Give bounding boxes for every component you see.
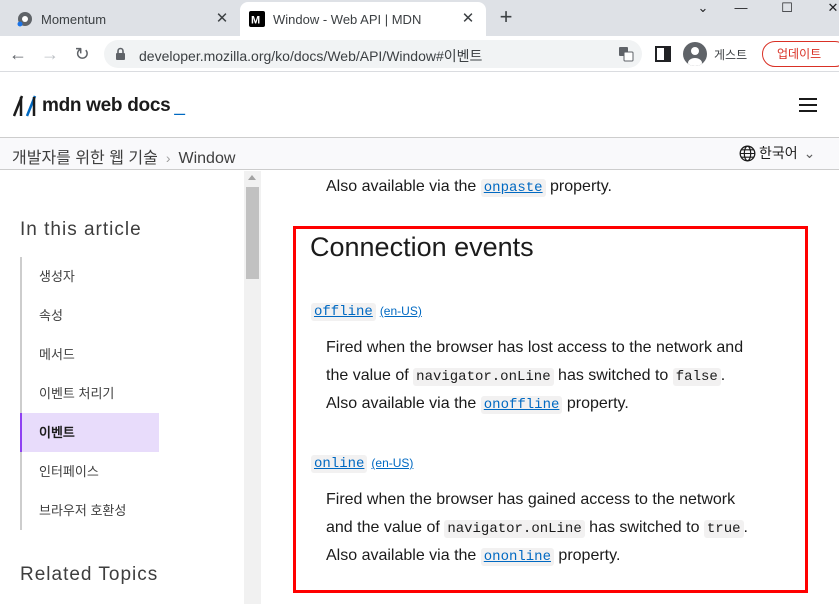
- minimize-button[interactable]: —: [718, 0, 764, 18]
- chevron-down-icon: ⌄: [803, 144, 816, 161]
- update-button[interactable]: 업데이트: [762, 41, 839, 67]
- navigator-online-code: navigator.onLine: [413, 368, 554, 386]
- window-close-button[interactable]: ✕: [810, 0, 839, 18]
- ononline-link[interactable]: ononline: [480, 548, 554, 566]
- profile-label: 게스트: [714, 47, 748, 62]
- onpaste-line: Also available via the onpaste property.: [326, 178, 612, 197]
- reload-button[interactable]: ↻: [70, 42, 94, 66]
- browser-toolbar: ← → ↻ developer.mozilla.org/ko/docs/Web/…: [0, 36, 839, 72]
- breadcrumb-item-web-tech[interactable]: 개발자를 위한 웹 기술: [12, 150, 158, 167]
- svg-text:M: M: [251, 15, 260, 27]
- en-us-link[interactable]: (en-US): [380, 304, 422, 318]
- forward-button[interactable]: →: [38, 42, 62, 66]
- back-button[interactable]: ←: [6, 42, 30, 66]
- toc-list: 생성자 속성 메서드 이벤트 처리기 이벤트 인터페이스 브라우저 호환성: [20, 257, 159, 530]
- tab-strip: Momentum ✕ M Window - Web API | MDN ✕ + …: [0, 0, 839, 36]
- logo-text: mdn web docs: [42, 95, 171, 116]
- online-event-link[interactable]: online: [311, 455, 368, 473]
- menu-icon[interactable]: [799, 98, 817, 112]
- mdn-header: mdn web docs _: [0, 73, 839, 138]
- related-topics-title: Related Topics: [20, 564, 159, 585]
- profile-button[interactable]: 게스트: [683, 41, 747, 67]
- event-term-offline: offline (en-US): [311, 302, 422, 321]
- tab-close-icon[interactable]: ✕: [214, 11, 230, 27]
- language-selector[interactable]: 한국어 ⌄: [739, 143, 815, 163]
- offline-desc-line2: the value of navigator.onLine has switch…: [326, 367, 726, 386]
- momentum-favicon-icon: [17, 11, 33, 27]
- tab-mdn[interactable]: M Window - Web API | MDN ✕: [240, 2, 486, 36]
- breadcrumb-item-window[interactable]: Window: [179, 150, 236, 167]
- offline-desc-line1: Fired when the browser has lost access t…: [326, 339, 744, 356]
- en-us-link[interactable]: (en-US): [371, 456, 413, 470]
- tab-title: Window - Web API | MDN: [273, 11, 422, 27]
- translate-icon[interactable]: [618, 46, 634, 62]
- tab-momentum[interactable]: Momentum ✕: [8, 2, 240, 36]
- maximize-button[interactable]: ☐: [764, 0, 810, 18]
- logo-cursor: _: [174, 95, 185, 116]
- sidebar-scrollbar[interactable]: [244, 171, 261, 604]
- offline-event-link[interactable]: offline: [311, 303, 376, 321]
- true-code: true: [703, 520, 744, 538]
- side-panel-icon[interactable]: [655, 46, 671, 62]
- online-desc-line2: and the value of navigator.onLine has sw…: [326, 519, 748, 538]
- onoffline-link[interactable]: onoffline: [480, 396, 563, 414]
- toc-item-constructor[interactable]: 생성자: [22, 257, 159, 296]
- language-label: 한국어: [759, 145, 798, 161]
- url-text: developer.mozilla.org/ko/docs/Web/API/Wi…: [139, 48, 483, 64]
- scrollbar-thumb[interactable]: [246, 187, 259, 279]
- main-content: Also available via the onpaste property.…: [261, 171, 839, 604]
- toc-item-interfaces[interactable]: 인터페이스: [22, 452, 159, 491]
- mdn-logo[interactable]: mdn web docs _: [13, 95, 185, 117]
- chevron-right-icon: ›: [165, 150, 171, 166]
- toc-item-properties[interactable]: 속성: [22, 296, 159, 335]
- toc-item-events[interactable]: 이벤트: [20, 413, 159, 452]
- tab-close-icon[interactable]: ✕: [460, 11, 476, 27]
- mdn-favicon-icon: M: [249, 11, 265, 27]
- section-heading: Connection events: [310, 232, 534, 262]
- breadcrumb: 개발자를 위한 웹 기술 › Window: [12, 144, 235, 168]
- toc-item-event-handlers[interactable]: 이벤트 처리기: [22, 374, 159, 413]
- navigator-online-code: navigator.onLine: [444, 520, 585, 538]
- toc-item-browser-compat[interactable]: 브라우저 호환성: [22, 491, 159, 530]
- offline-desc-line3: Also available via the onoffline propert…: [326, 395, 629, 414]
- tab-title: Momentum: [41, 11, 107, 27]
- address-bar[interactable]: developer.mozilla.org/ko/docs/Web/API/Wi…: [104, 40, 642, 68]
- false-code: false: [672, 368, 721, 386]
- breadcrumb-bar: 개발자를 위한 웹 기술 › Window 한국어 ⌄: [0, 138, 839, 170]
- globe-icon: [739, 145, 756, 161]
- online-desc-line3: Also available via the ononline property…: [326, 547, 621, 566]
- online-desc-line1: Fired when the browser has gained access…: [326, 491, 736, 508]
- onpaste-link[interactable]: onpaste: [480, 179, 546, 197]
- toc-item-methods[interactable]: 메서드: [22, 335, 159, 374]
- toc-title: In this article: [20, 219, 142, 240]
- avatar: [683, 42, 707, 66]
- new-tab-button[interactable]: +: [494, 6, 518, 30]
- mdn-logo-icon: [13, 95, 37, 117]
- lock-icon[interactable]: [115, 47, 126, 66]
- sidebar: In this article 생성자 속성 메서드 이벤트 처리기 이벤트 인…: [0, 171, 244, 604]
- scroll-up-icon[interactable]: [248, 175, 256, 180]
- event-term-online: online (en-US): [311, 454, 413, 473]
